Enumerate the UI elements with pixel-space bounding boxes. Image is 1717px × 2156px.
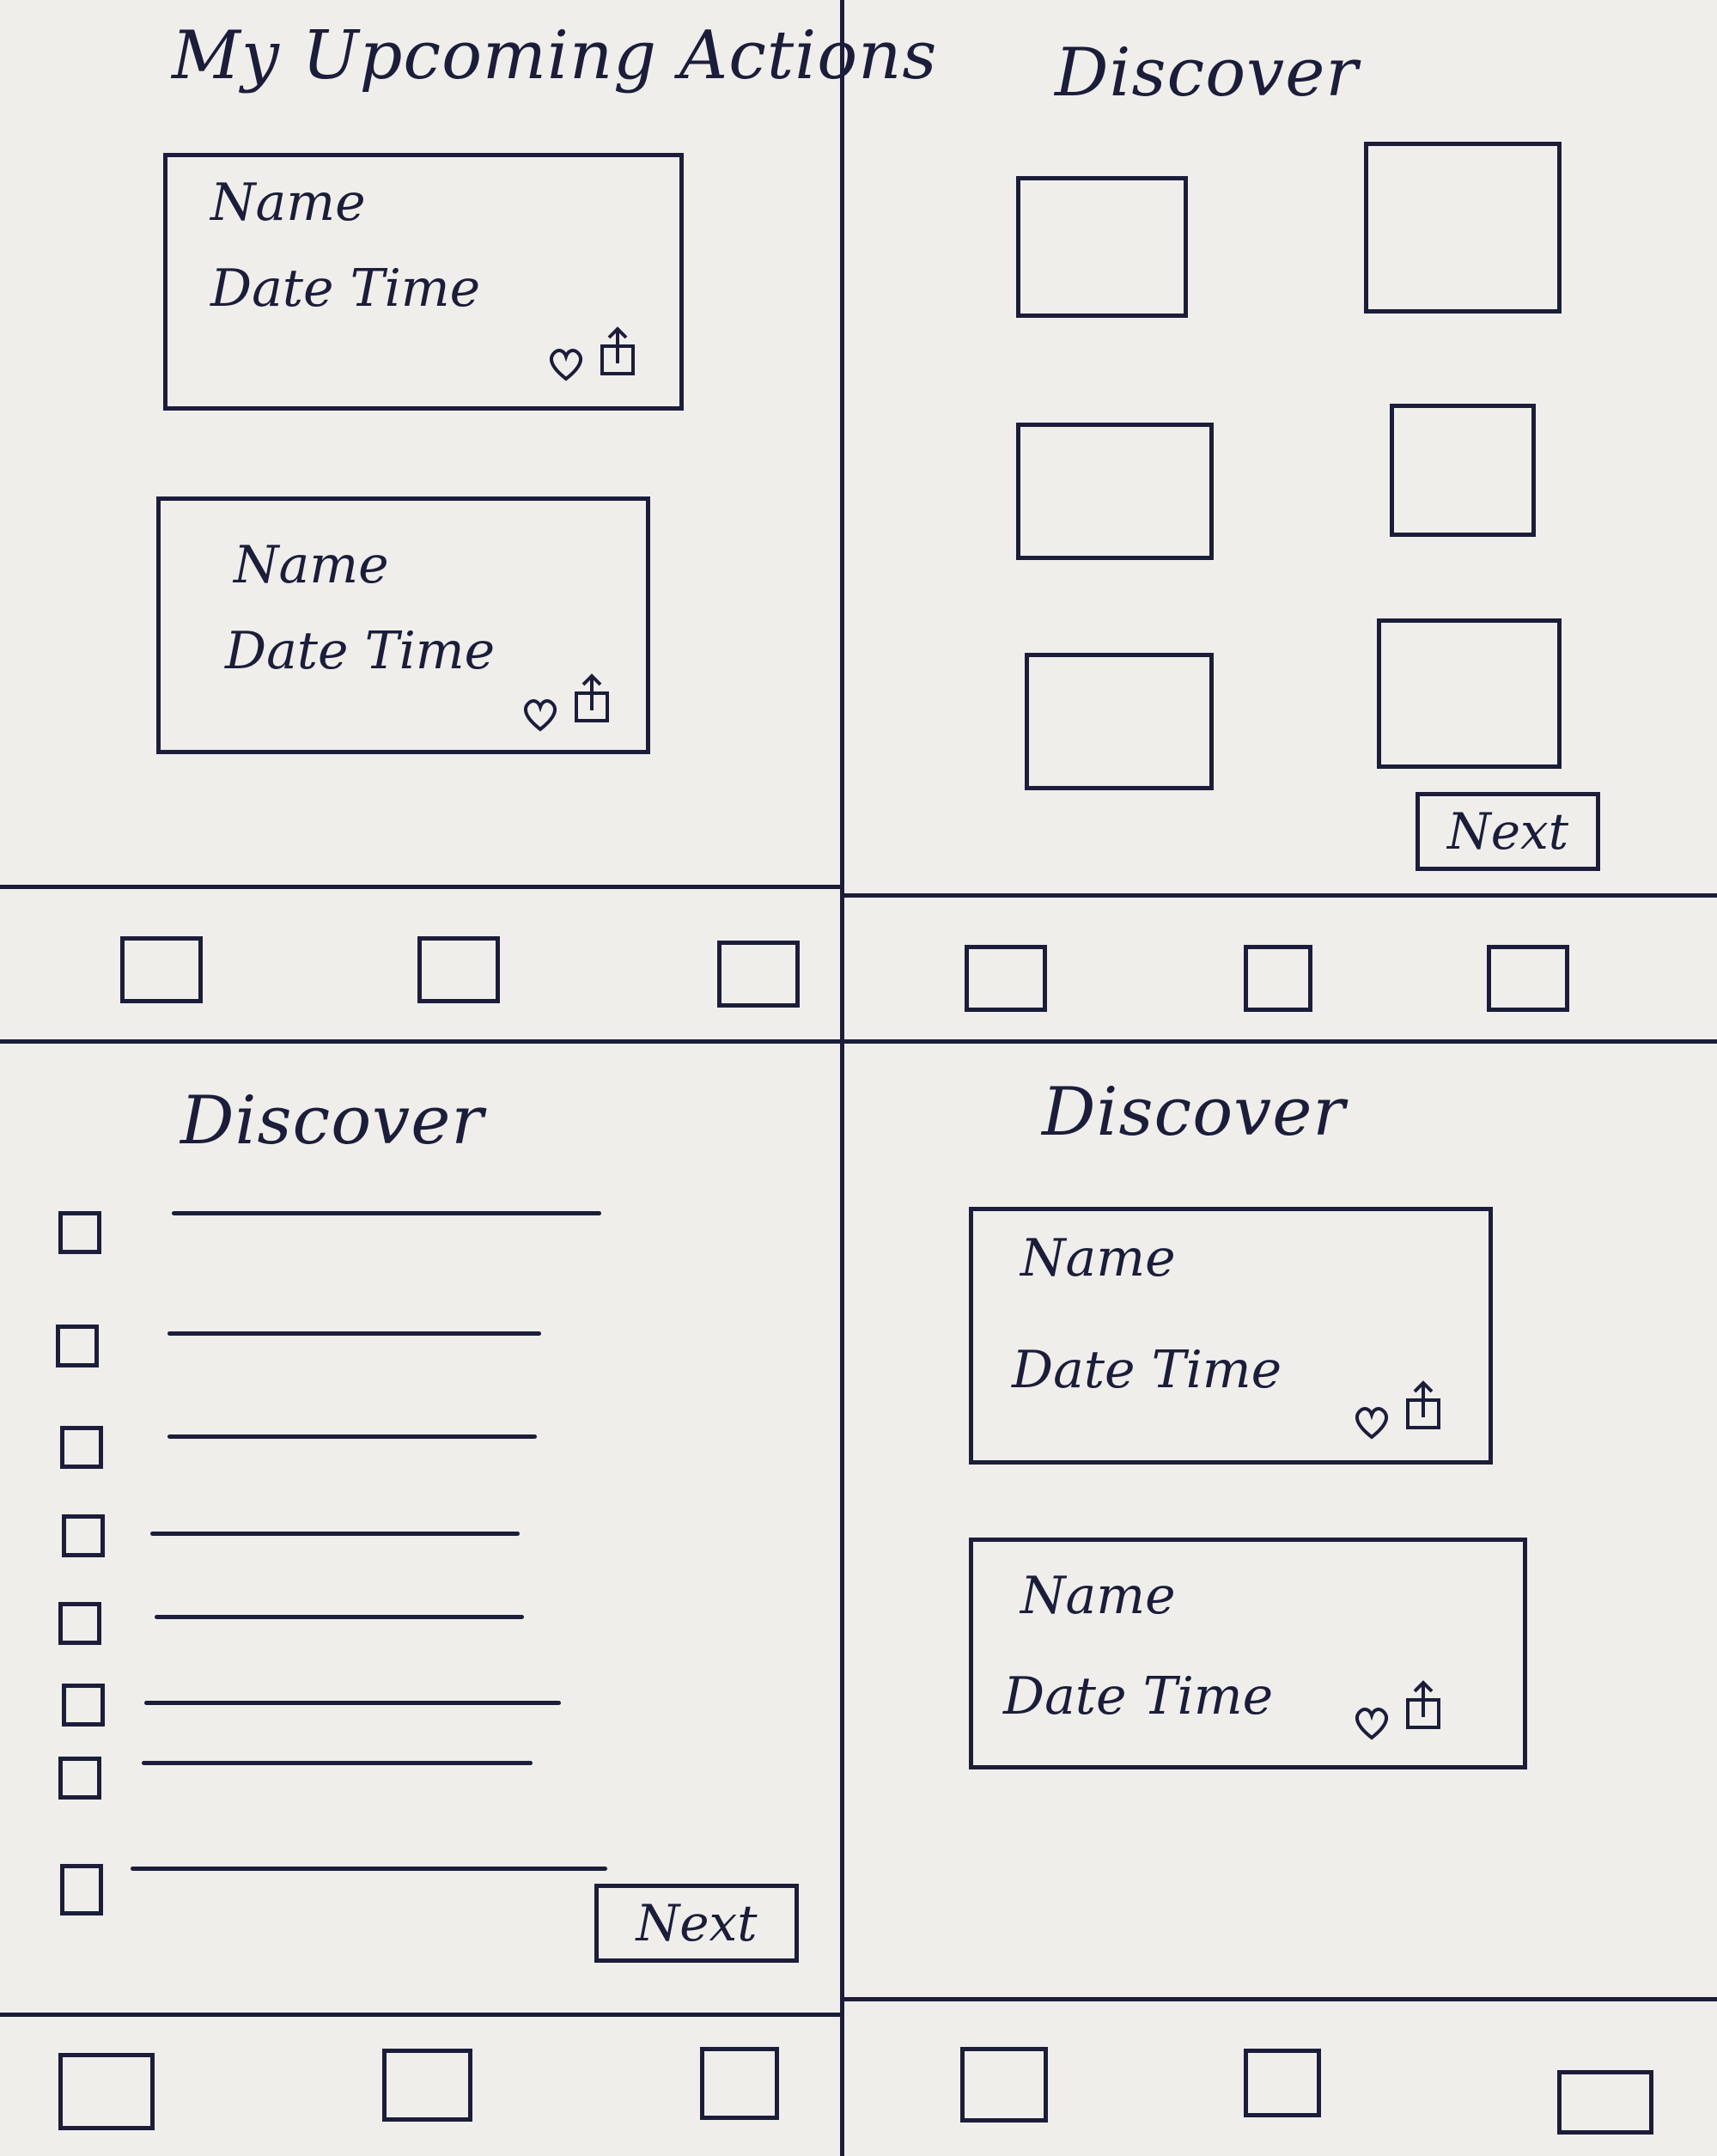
nav-tab[interactable] bbox=[120, 936, 203, 1003]
heart-icon[interactable] bbox=[1351, 1696, 1392, 1748]
list-checkbox[interactable] bbox=[62, 1514, 105, 1557]
grid-tile[interactable] bbox=[1390, 404, 1536, 537]
nav-tab[interactable] bbox=[965, 945, 1047, 1012]
list-checkbox[interactable] bbox=[58, 1757, 101, 1800]
list-item-line bbox=[167, 1331, 541, 1336]
grid-tile[interactable] bbox=[1025, 653, 1214, 790]
list-item-line bbox=[172, 1211, 601, 1215]
event-card[interactable]: Name Date Time bbox=[969, 1207, 1493, 1465]
nav-tab[interactable] bbox=[1244, 2049, 1321, 2117]
bottom-nav-separator bbox=[844, 893, 1717, 898]
bottom-nav-separator bbox=[844, 1997, 1717, 2001]
list-checkbox[interactable] bbox=[58, 1602, 101, 1645]
list-checkbox[interactable] bbox=[62, 1684, 105, 1727]
bottom-nav-separator bbox=[0, 885, 840, 889]
bottom-nav-separator bbox=[0, 2013, 840, 2017]
discover-cards-screen: Discover Name Date Time Name Date Time bbox=[844, 1044, 1717, 2156]
nav-tab[interactable] bbox=[417, 936, 500, 1003]
page-title: Discover bbox=[1042, 1074, 1346, 1151]
list-item-line bbox=[155, 1615, 524, 1619]
nav-tab[interactable] bbox=[700, 2047, 779, 2120]
nav-tab[interactable] bbox=[58, 2053, 155, 2130]
discover-grid-screen: Discover Next bbox=[844, 0, 1717, 1039]
card-name: Name bbox=[1020, 1228, 1176, 1288]
heart-icon[interactable] bbox=[520, 688, 561, 740]
card-name: Name bbox=[210, 173, 366, 233]
share-icon[interactable] bbox=[1403, 1679, 1444, 1731]
list-item-line bbox=[131, 1867, 607, 1871]
grid-tile[interactable] bbox=[1016, 423, 1214, 560]
list-item-line bbox=[144, 1701, 561, 1705]
nav-tab[interactable] bbox=[382, 2049, 472, 2122]
action-card[interactable]: Name Date Time bbox=[156, 496, 650, 754]
nav-tab[interactable] bbox=[960, 2047, 1048, 2123]
card-datetime: Date Time bbox=[225, 621, 496, 681]
heart-icon[interactable] bbox=[1351, 1396, 1392, 1447]
nav-tab[interactable] bbox=[717, 941, 800, 1008]
share-icon[interactable] bbox=[1403, 1379, 1444, 1431]
nav-tab[interactable] bbox=[1487, 945, 1569, 1012]
page-title: Discover bbox=[1055, 34, 1359, 112]
next-button[interactable]: Next bbox=[594, 1884, 799, 1963]
card-datetime: Date Time bbox=[210, 259, 481, 319]
next-button[interactable]: Next bbox=[1416, 792, 1600, 871]
list-checkbox[interactable] bbox=[58, 1211, 101, 1254]
grid-tile[interactable] bbox=[1364, 142, 1562, 314]
share-icon[interactable] bbox=[597, 326, 638, 377]
upcoming-actions-screen: My Upcoming Actions Name Date Time Name … bbox=[0, 0, 936, 1039]
card-name: Name bbox=[234, 535, 389, 595]
card-datetime: Date Time bbox=[1003, 1666, 1274, 1727]
page-title: Discover bbox=[180, 1082, 484, 1160]
page-title: My Upcoming Actions bbox=[172, 17, 938, 94]
list-checkbox[interactable] bbox=[56, 1325, 99, 1367]
list-item-line bbox=[150, 1532, 520, 1536]
heart-icon[interactable] bbox=[545, 338, 587, 389]
list-checkbox[interactable] bbox=[60, 1426, 103, 1469]
list-item-line bbox=[167, 1434, 537, 1439]
event-card[interactable]: Name Date Time bbox=[969, 1538, 1527, 1769]
list-checkbox[interactable] bbox=[60, 1864, 103, 1915]
share-icon[interactable] bbox=[571, 673, 612, 724]
nav-tab[interactable] bbox=[1244, 945, 1312, 1012]
card-datetime: Date Time bbox=[1012, 1340, 1282, 1400]
nav-tab[interactable] bbox=[1557, 2070, 1653, 2135]
discover-list-screen: Discover Next bbox=[0, 1044, 840, 2156]
action-card[interactable]: Name Date Time bbox=[163, 153, 684, 411]
grid-tile[interactable] bbox=[1377, 618, 1562, 769]
grid-tile[interactable] bbox=[1016, 176, 1188, 318]
list-item-line bbox=[142, 1761, 533, 1765]
card-name: Name bbox=[1020, 1566, 1176, 1626]
